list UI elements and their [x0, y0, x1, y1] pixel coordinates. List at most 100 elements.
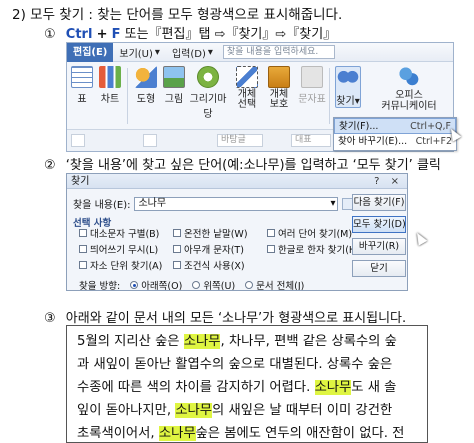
menu-item-find-shortcut: Ctrl+Q,F — [410, 121, 451, 132]
tool-shape[interactable]: 도형 — [133, 66, 159, 105]
radio-up[interactable]: 위쪽(U) — [192, 278, 235, 290]
menu-item-find[interactable]: 찾기(F)... Ctrl+Q,F — [334, 118, 456, 134]
chevron-down-icon[interactable]: ▾ — [330, 198, 335, 210]
find-dropdown-menu: 찾기(F)... Ctrl+Q,F 찾아 바꾸기(E)... Ctrl+F2 — [333, 117, 457, 151]
checkbox-jaso[interactable]: 자소 단위 찾기(A) — [79, 258, 173, 272]
tool-picture-label: 그림 — [164, 94, 184, 105]
checkbox-case[interactable]: 대소문자 구별(B) — [79, 226, 173, 240]
tool-symbol[interactable]: 문자표 — [297, 66, 327, 105]
checkbox-ignore-space[interactable]: 띄어쓰기 무시(L) — [79, 242, 173, 256]
dialog-buttons: 다음 찾기(F) 모두 찾기(D) 바꾸기(R) 닫기 — [352, 194, 406, 282]
replace-button[interactable]: 바꾸기(R) — [352, 238, 406, 255]
mouse-pointer-icon — [412, 230, 428, 246]
radio-dot[interactable] — [130, 281, 139, 289]
tool-drawing[interactable]: 그리기마당 — [187, 66, 229, 120]
checkbox-label: 조건식 사용(X) — [184, 261, 245, 272]
tool-office-communicator[interactable]: 오피스 커뮤니케이터 — [373, 66, 445, 112]
tool-object-protect[interactable]: 개체 보호 — [265, 66, 293, 110]
font-group-select[interactable]: 대표 — [291, 134, 331, 147]
paragraph-line: 수종에 따른 색의 차이를 감지하기 어렵다. 소나무도 새 솔 — [77, 376, 417, 399]
style-select[interactable]: 바탕글 — [217, 134, 263, 147]
paragraph-text: 숲은 봄에도 연두의 애잔함이 없다. 전 — [195, 426, 405, 441]
checkbox-box[interactable] — [79, 245, 87, 253]
plus-sign: + — [96, 27, 108, 42]
menu-edit[interactable]: 편집(E) — [67, 43, 114, 62]
result-paragraph: 5월의 지리산 숲은 소나무, 차나무, 편백 같은 상록수의 숲과 새잎이 돋… — [66, 325, 428, 443]
step-3: ③ 아래와 같이 문서 내의 모든 ‘소나무’가 형광색으로 표시됩니다. — [44, 307, 406, 326]
checkbox-regex[interactable]: 조건식 사용(X) — [173, 258, 267, 272]
radio-whole-doc[interactable]: 문서 전체(J) — [245, 278, 305, 291]
shape-icon — [135, 66, 157, 88]
ruler-icon[interactable] — [71, 134, 85, 147]
paragraph-text: 수종에 따른 색의 차이를 감지하기 어렵다. — [77, 380, 315, 395]
binoculars-icon — [337, 68, 359, 90]
tool-table[interactable]: 표 — [71, 66, 93, 105]
find-all-button[interactable]: 모두 찾기(D) — [352, 216, 406, 233]
menu-input[interactable]: 입력(D) ▾ — [166, 45, 219, 60]
tool-find[interactable]: 찾기▾ — [335, 66, 361, 108]
tool-chart[interactable]: 차트 — [97, 66, 123, 105]
checkbox-box[interactable] — [267, 229, 275, 237]
paragraph-line: 초록색이어서, 소나무숲은 봄에도 연두의 애잔함이 없다. 전 — [77, 422, 417, 443]
tool-shape-label: 도형 — [136, 94, 156, 105]
checkbox-box[interactable] — [267, 245, 275, 253]
paragraph-text: 5월의 지리산 숲은 — [77, 334, 184, 349]
tool-office-communicator-label: 오피스 커뮤니케이터 — [381, 90, 437, 112]
find-next-button[interactable]: 다음 찾기(F) — [352, 194, 406, 211]
ribbon-search-input[interactable]: 찾을 내용을 입력하세요. — [222, 45, 335, 59]
menu-view-label: 보기(U) — [119, 48, 153, 60]
highlighted-word: 소나무 — [158, 426, 196, 441]
step-1-number: ① — [44, 27, 56, 42]
people-icon — [398, 66, 420, 88]
step-1: ① Ctrl + F 또는『편집』탭 ⇨『찾기』⇨『찾기』 — [44, 23, 336, 42]
paragraph-line: 과 새잎이 돋아난 활엽수의 숲으로 대별된다. 상록수 숲은 — [77, 353, 417, 376]
dialog-title-buttons[interactable]: ? × — [374, 174, 407, 188]
paragraph-text: 의 새잎은 날 때부터 이미 강건한 — [212, 403, 393, 418]
checkbox-label: 자소 단위 찾기(A) — [90, 261, 163, 272]
cursor-select-icon — [236, 66, 258, 88]
undo-icon[interactable] — [143, 134, 157, 147]
step-2-number: ② — [44, 158, 56, 173]
checkbox-box[interactable] — [173, 261, 181, 269]
paragraph-line: 잎이 돋아나지만, 소나무의 새잎은 날 때부터 이미 강건한 — [77, 399, 417, 422]
highlighted-word: 소나무 — [175, 403, 213, 418]
tool-symbol-label: 문자표 — [298, 94, 326, 105]
checkbox-label: 대소문자 구별(B) — [90, 229, 160, 240]
divider — [127, 68, 128, 124]
paragraph-text: 잎이 돋아나지만, — [77, 403, 176, 418]
tool-object-protect-label: 개체 보호 — [269, 89, 289, 110]
checkbox-label: 여러 단어 찾기(M) — [278, 229, 353, 240]
checkbox-box[interactable] — [173, 229, 181, 237]
radio-down[interactable]: 아래쪽(O) — [130, 278, 183, 291]
radio-dot[interactable] — [245, 281, 254, 289]
tool-object-select[interactable]: 개체 선택 — [233, 66, 261, 110]
tool-picture[interactable]: 그림 — [163, 66, 185, 105]
menu-item-find-replace[interactable]: 찾아 바꾸기(E)... Ctrl+F2 — [334, 134, 456, 150]
highlighted-word: 소나무 — [183, 334, 221, 349]
tool-find-label: 찾기▾ — [336, 92, 360, 107]
paragraph-text: , 차나무, 편백 같은 상록수의 숲 — [220, 334, 397, 349]
chevron-down-icon: ▾ — [154, 46, 160, 58]
smiley-icon — [197, 66, 219, 88]
chevron-down-icon: ▾ — [207, 46, 213, 58]
options-checkboxes: 대소문자 구별(B) 온전한 낱말(W) 여러 단어 찾기(M) 띄어쓰기 무시… — [79, 226, 367, 272]
radio-label: 문서 전체(J) — [256, 281, 305, 291]
divider — [329, 68, 330, 124]
dialog-title: 찾기 — [71, 176, 90, 187]
radio-dot[interactable] — [192, 281, 201, 289]
find-input-value: 소나무 — [138, 197, 167, 209]
dialog-titlebar: 찾기 ? × — [67, 174, 407, 189]
close-button[interactable]: 닫기 — [352, 260, 406, 277]
checkbox-wildcard[interactable]: 아무개 문자(T) — [173, 242, 267, 256]
radio-label: 아래쪽(O) — [141, 281, 183, 291]
checkbox-box[interactable] — [173, 245, 181, 253]
checkbox-box[interactable] — [79, 229, 87, 237]
find-input[interactable]: 소나무 ▾ — [134, 196, 339, 211]
tool-chart-label: 차트 — [100, 94, 120, 105]
menu-item-find-label: 찾기(F)... — [339, 121, 379, 132]
checkbox-box[interactable] — [79, 261, 87, 269]
step-3-number: ③ — [44, 311, 56, 326]
menu-view[interactable]: 보기(U) ▾ — [113, 45, 166, 60]
tool-find-text: 찾기 — [336, 96, 355, 107]
checkbox-whole-word[interactable]: 온전한 낱말(W) — [173, 226, 267, 240]
